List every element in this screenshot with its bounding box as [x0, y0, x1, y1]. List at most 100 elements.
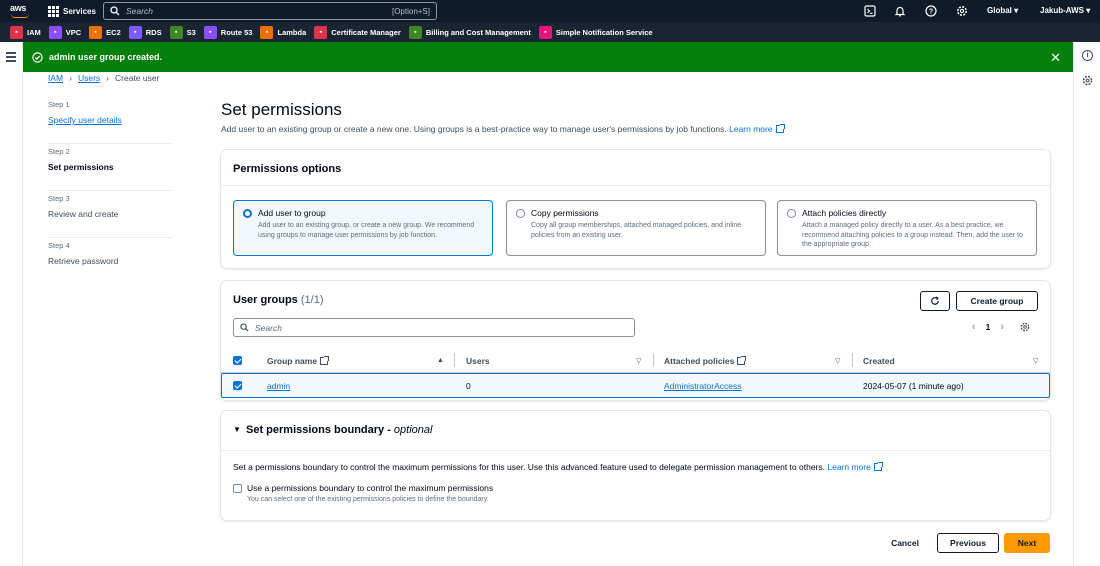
favorite-label: IAM — [27, 27, 41, 37]
favorite-lambda[interactable]: ▪ Lambda — [260, 25, 307, 39]
boundary-description: Set a permissions boundary to control th… — [233, 462, 883, 472]
service-icon: ▪ — [128, 25, 142, 39]
group-users-count: 0 — [466, 381, 471, 391]
service-icon: ▪ — [314, 25, 328, 39]
favorite-certificate-manager[interactable]: ▪ Certificate Manager — [314, 25, 401, 39]
breadcrumb-users[interactable]: Users — [78, 73, 100, 83]
gear-icon[interactable] — [1020, 322, 1030, 332]
permissions-options-panel: Permissions options Add user to group Add… — [221, 150, 1050, 268]
service-icon: ▪ — [203, 25, 217, 39]
sort-caret-icon[interactable]: ▽ — [636, 357, 641, 365]
panel-title: Permissions options — [233, 163, 342, 175]
boundary-checkbox[interactable] — [233, 484, 242, 493]
services-menu-button[interactable]: Services — [48, 4, 96, 18]
info-icon[interactable]: i — [1082, 50, 1093, 61]
account-menu[interactable]: Jakub-AWS ▾ — [1040, 6, 1090, 15]
help-icon[interactable]: ? — [925, 5, 937, 17]
sort-caret-icon[interactable]: ▽ — [1033, 357, 1038, 365]
column-group-name[interactable]: Group name — [267, 356, 330, 366]
cloudshell-icon[interactable] — [864, 5, 876, 17]
menu-icon[interactable] — [6, 52, 16, 64]
option-attach-policies-directly[interactable]: Attach policies directly Attach a managed… — [777, 200, 1037, 256]
chevron-right-icon[interactable]: › — [1000, 321, 1004, 333]
service-icon: ▪ — [538, 25, 552, 39]
step-label-review: Review and create — [48, 209, 119, 219]
gear-icon[interactable] — [1082, 75, 1093, 86]
favorite-label: Billing and Cost Management — [425, 27, 531, 37]
option-title: Attach policies directly — [802, 208, 887, 218]
aws-logo[interactable]: aws — [10, 3, 32, 19]
table-row[interactable]: admin 0 AdministratorAccess 2024-05-07 (… — [221, 373, 1050, 398]
learn-more-link[interactable]: Learn more — [827, 462, 883, 472]
favorite-s3[interactable]: ▪ S3 — [169, 25, 196, 39]
permissions-boundary-panel: ▼ Set permissions boundary - optional Se… — [221, 411, 1050, 520]
learn-more-link[interactable]: Learn more — [729, 124, 785, 134]
svg-text:?: ? — [929, 9, 933, 16]
option-description: Attach a managed policy directly to a us… — [802, 222, 1023, 248]
service-icon: ▪ — [260, 25, 274, 39]
external-link-icon — [320, 356, 330, 365]
breadcrumb-current: Create user — [115, 73, 160, 83]
radio-selected[interactable] — [243, 209, 252, 218]
previous-button[interactable]: Previous — [937, 533, 999, 553]
refresh-button[interactable] — [920, 291, 950, 311]
favorites-bar: ▪ IAM ▪ VPC ▪ EC2 ▪ RDS ▪ S3 ▪ Route 53 ▪ Lambda ▪ Cert… — [0, 22, 1100, 42]
favorite-vpc[interactable]: ▪ VPC — [48, 25, 81, 39]
step-number: Step 4 — [48, 241, 70, 250]
favorite-simple-notification-service[interactable]: ▪ Simple Notification Service — [538, 25, 653, 39]
favorite-label: Certificate Manager — [331, 27, 401, 37]
step-link-specify-user-details[interactable]: Specify user details — [48, 115, 172, 125]
group-created: 2024-05-07 (1 minute ago) — [863, 381, 964, 391]
step-number: Step 3 — [48, 194, 70, 203]
create-group-button[interactable]: Create group — [956, 291, 1038, 311]
option-copy-permissions[interactable]: Copy permissions Copy all group membershi… — [506, 200, 766, 256]
step-4: Step 4 Retrieve password — [48, 239, 172, 285]
close-icon[interactable]: ✕ — [1050, 50, 1061, 66]
step-label-retrieve-password: Retrieve password — [48, 256, 119, 266]
grid-icon — [48, 5, 59, 17]
column-users[interactable]: Users — [466, 356, 490, 366]
favorite-label: Lambda — [277, 27, 307, 37]
group-name-link[interactable]: admin — [267, 381, 290, 391]
external-link-icon — [873, 462, 883, 471]
page-number[interactable]: 1 — [986, 322, 991, 332]
favorite-iam[interactable]: ▪ IAM — [10, 25, 41, 39]
favorite-label: RDS — [145, 27, 162, 37]
favorite-rds[interactable]: ▪ RDS — [128, 25, 162, 39]
boundary-checkbox-label[interactable]: Use a permissions boundary to control th… — [247, 483, 493, 493]
gear-icon[interactable] — [956, 5, 968, 17]
bell-icon[interactable] — [894, 5, 906, 17]
step-2: Step 2 Set permissions — [48, 145, 172, 191]
global-search-input[interactable]: Search [Option+S] — [103, 2, 437, 20]
wizard-steps: Step 1 Specify user details Step 2 Set per… — [48, 98, 172, 286]
boundary-expander[interactable]: ▼ Set permissions boundary - optional — [221, 411, 1050, 451]
chevron-left-icon[interactable]: ‹ — [972, 321, 976, 333]
column-created[interactable]: Created — [863, 356, 895, 366]
user-groups-panel: User groups (1/1) Create group Search ‹ … — [221, 281, 1050, 400]
flash-message: admin user group created. — [49, 52, 163, 62]
search-icon — [240, 323, 249, 332]
column-attached-policies[interactable]: Attached policies — [664, 356, 747, 366]
cancel-button[interactable]: Cancel — [883, 533, 927, 553]
sort-ascending-icon[interactable]: ▲ — [437, 357, 444, 364]
favorite-ec2[interactable]: ▪ EC2 — [89, 25, 121, 39]
next-button[interactable]: Next — [1004, 533, 1050, 553]
radio-unselected[interactable] — [516, 209, 525, 218]
option-add-user-to-group[interactable]: Add user to group Add user to an existing… — [233, 200, 493, 256]
option-description: Copy all group memberships, attached man… — [531, 222, 742, 239]
favorite-billing-and-cost-management[interactable]: ▪ Billing and Cost Management — [408, 25, 531, 39]
sort-caret-icon[interactable]: ▽ — [835, 357, 840, 365]
region-selector[interactable]: Global ▾ — [987, 6, 1018, 15]
group-search-input[interactable]: Search — [233, 318, 635, 337]
panel-title: User groups (1/1) — [233, 294, 324, 306]
option-title: Add user to group — [258, 208, 326, 218]
breadcrumb-iam[interactable]: IAM — [48, 73, 63, 83]
favorite-route-53[interactable]: ▪ Route 53 — [203, 25, 252, 39]
step-3: Step 3 Review and create — [48, 192, 172, 238]
row-checkbox[interactable] — [233, 381, 242, 390]
radio-unselected[interactable] — [787, 209, 796, 218]
step-current-set-permissions: Set permissions — [48, 162, 114, 172]
select-all-checkbox[interactable] — [233, 356, 242, 365]
policy-link[interactable]: AdministratorAccess — [664, 381, 741, 391]
search-placeholder: Search — [126, 6, 153, 16]
